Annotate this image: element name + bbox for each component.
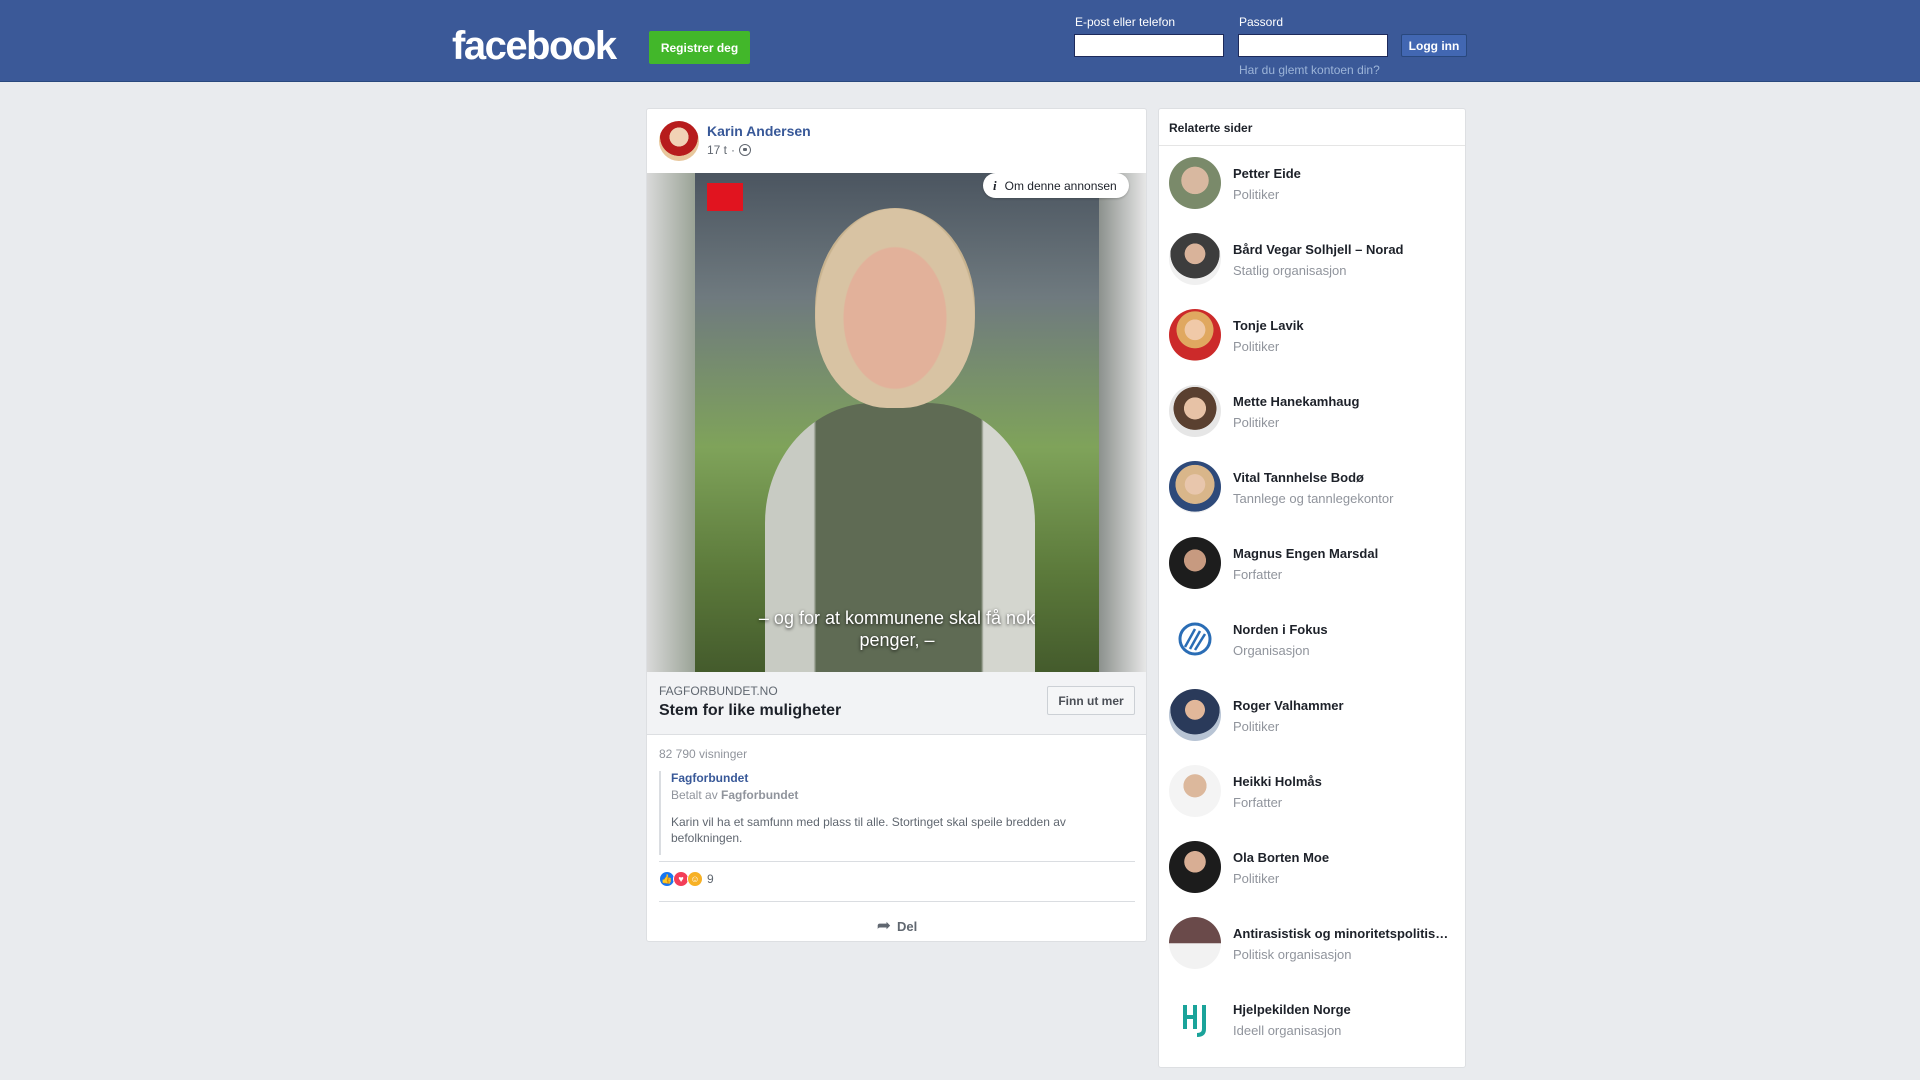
post-video[interactable]: – og for at kommunene skal få nok penger… [647, 173, 1146, 672]
related-page-category: Forfatter [1233, 795, 1283, 810]
page-avatar[interactable] [1169, 157, 1221, 209]
related-page-name[interactable]: Hjelpekilden Norge [1233, 1002, 1459, 1017]
related-page-item[interactable]: Mette Hanekamhaug Politiker [1169, 385, 1459, 441]
related-page-name[interactable]: Antirasistisk og minoritetspolitis… [1233, 926, 1459, 941]
page-avatar[interactable] [1169, 233, 1221, 285]
related-page-category: Politisk organisasjon [1233, 947, 1352, 962]
share-icon: ➦ [876, 916, 891, 935]
author-avatar[interactable] [659, 121, 699, 161]
about-ad-button[interactable]: i Om denne annonsen [983, 173, 1129, 198]
meta-separator: · [731, 143, 736, 157]
top-navigation-bar: facebook Registrer deg E-post eller tele… [0, 0, 1920, 82]
view-count: 82 790 visninger [659, 747, 748, 761]
divider [1159, 145, 1465, 146]
page-avatar[interactable] [1169, 309, 1221, 361]
reactions-summary[interactable]: 👍 ♥ ☺ 9 [659, 871, 714, 887]
related-page-category: Politiker [1233, 719, 1280, 734]
divider [659, 901, 1135, 902]
page-avatar[interactable] [1169, 537, 1221, 589]
video-subtitle: – og for at kommunene skal få nok penger… [758, 608, 1036, 650]
related-page-name[interactable]: Mette Hanekamhaug [1233, 394, 1459, 409]
paid-by-line: Betalt av Fagforbundet [671, 788, 1129, 802]
related-page-category: Politiker [1233, 871, 1280, 886]
page-avatar[interactable] [1169, 917, 1221, 969]
link-domain: FAGFORBUNDET.NO [659, 684, 778, 698]
login-button[interactable]: Logg inn [1401, 34, 1467, 57]
post-header: Karin Andersen 17 t · [659, 121, 1129, 163]
video-frame[interactable]: – og for at kommunene skal få nok penger… [695, 173, 1099, 672]
page-avatar[interactable] [1169, 841, 1221, 893]
password-field[interactable] [1238, 34, 1388, 57]
related-page-category: Politiker [1233, 339, 1280, 354]
fagforbundet-logo-icon [707, 183, 743, 211]
related-page-category: Statlig organisasjon [1233, 263, 1347, 278]
reaction-count: 9 [707, 872, 714, 886]
link-title[interactable]: Stem for like muligheter [659, 702, 841, 720]
email-label: E-post eller telefon [1075, 15, 1176, 29]
link-preview[interactable]: FAGFORBUNDET.NO Stem for like muligheter… [647, 672, 1146, 735]
related-page-item[interactable]: Vital Tannhelse Bodø Tannlege og tannleg… [1169, 461, 1459, 517]
divider [659, 861, 1135, 862]
post-meta: 17 t · [707, 143, 752, 157]
related-page-category: Tannlege og tannlegekontor [1233, 491, 1394, 506]
related-pages-title: Relaterte sider [1169, 121, 1253, 135]
page-avatar[interactable] [1169, 993, 1221, 1045]
related-page-name[interactable]: Petter Eide [1233, 166, 1459, 181]
related-page-name[interactable]: Ola Borten Moe [1233, 850, 1459, 865]
related-page-name[interactable]: Heikki Holmås [1233, 774, 1459, 789]
password-label: Passord [1239, 15, 1284, 29]
post-timestamp[interactable]: 17 t [707, 143, 727, 157]
related-page-item[interactable]: Magnus Engen Marsdal Forfatter [1169, 537, 1459, 593]
page-avatar[interactable] [1169, 613, 1221, 665]
learn-more-button[interactable]: Finn ut mer [1047, 686, 1135, 715]
globe-icon [739, 144, 752, 156]
sponsored-post: Karin Andersen 17 t · – og for at kommun… [646, 108, 1147, 942]
page-avatar[interactable] [1169, 765, 1221, 817]
email-field[interactable] [1074, 34, 1224, 57]
related-pages-panel: Relaterte sider Petter Eide Politiker Bå… [1158, 108, 1466, 1068]
hjelpekilden-logo-icon [1183, 1005, 1206, 1037]
forgot-account-link[interactable]: Har du glemt kontoen din? [1239, 63, 1380, 77]
related-page-name[interactable]: Tonje Lavik [1233, 318, 1459, 333]
post-description: Karin vil ha et samfunn med plass til al… [671, 815, 1066, 845]
video-person-head [815, 208, 975, 408]
paid-prefix: Betalt av [671, 788, 718, 802]
related-page-name[interactable]: Roger Valhammer [1233, 698, 1459, 713]
related-page-name[interactable]: Magnus Engen Marsdal [1233, 546, 1459, 561]
related-page-category: Politiker [1233, 415, 1280, 430]
related-page-item[interactable]: Tonje Lavik Politiker [1169, 309, 1459, 365]
related-page-item[interactable]: Ola Borten Moe Politiker [1169, 841, 1459, 897]
share-label: Del [897, 918, 918, 934]
post-author-name[interactable]: Karin Andersen [707, 123, 811, 139]
share-button[interactable]: ➦ Del [647, 909, 1146, 941]
related-page-name[interactable]: Norden i Fokus [1233, 622, 1459, 637]
related-page-category: Organisasjon [1233, 643, 1310, 658]
related-page-item[interactable]: Heikki Holmås Forfatter [1169, 765, 1459, 821]
sponsor-name-link[interactable]: Fagforbundet [671, 771, 1129, 785]
related-page-item[interactable]: Hjelpekilden Norge Ideell organisasjon [1169, 993, 1459, 1049]
norden-logo-icon [1178, 622, 1212, 656]
video-blur-left [647, 173, 695, 672]
related-page-item[interactable]: Bård Vegar Solhjell – Norad Statlig orga… [1169, 233, 1459, 289]
related-page-item[interactable]: Antirasistisk og minoritetspolitis… Poli… [1169, 917, 1459, 973]
related-page-category: Forfatter [1233, 567, 1283, 582]
page-avatar[interactable] [1169, 689, 1221, 741]
info-icon: i [993, 177, 997, 193]
related-page-item[interactable]: Petter Eide Politiker [1169, 157, 1459, 213]
page-avatar[interactable] [1169, 385, 1221, 437]
facebook-logo[interactable]: facebook [452, 22, 617, 70]
video-blur-right [1099, 173, 1146, 672]
register-button[interactable]: Registrer deg [649, 31, 750, 64]
related-page-name[interactable]: Bård Vegar Solhjell – Norad [1233, 242, 1459, 257]
about-ad-label: Om denne annonsen [1004, 178, 1117, 193]
care-icon: ☺ [687, 871, 703, 887]
related-page-category: Politiker [1233, 187, 1280, 202]
related-page-item[interactable]: Roger Valhammer Politiker [1169, 689, 1459, 745]
related-page-category: Ideell organisasjon [1233, 1023, 1342, 1038]
related-page-item[interactable]: Norden i Fokus Organisasjon [1169, 613, 1459, 669]
related-page-name[interactable]: Vital Tannhelse Bodø [1233, 470, 1459, 485]
page-avatar[interactable] [1169, 461, 1221, 513]
sponsor-info: Fagforbundet Betalt av Fagforbundet Kari… [659, 771, 1129, 855]
paid-by-name[interactable]: Fagforbundet [721, 788, 798, 802]
